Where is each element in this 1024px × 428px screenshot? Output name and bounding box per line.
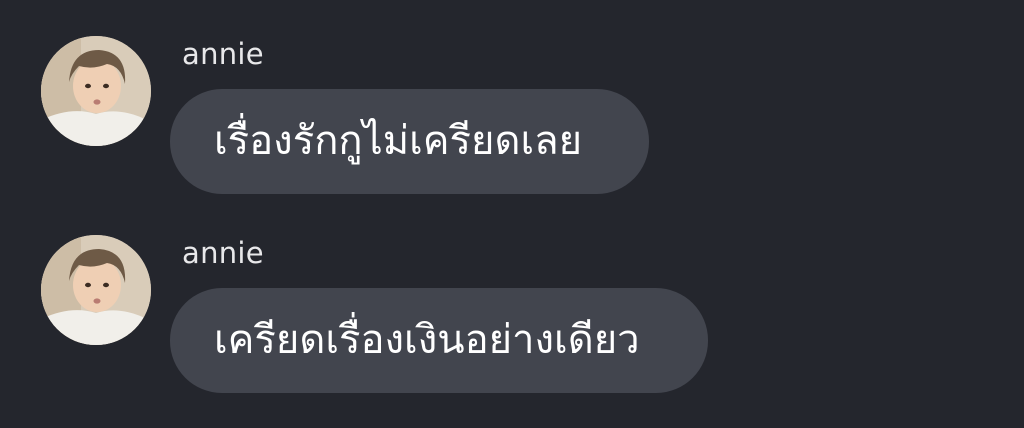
- avatar[interactable]: [41, 235, 151, 345]
- sender-name: annie: [182, 236, 264, 270]
- message-row: annie เรื่องรักกูไม่เครียดเลย: [0, 0, 1024, 200]
- message-row: annie เครียดเรื่องเงินอย่างเดียว: [0, 199, 1024, 399]
- user-photo-avatar-icon: [41, 36, 151, 146]
- user-photo-avatar-icon: [41, 235, 151, 345]
- message-bubble[interactable]: เรื่องรักกูไม่เครียดเลย: [170, 89, 649, 194]
- sender-name: annie: [182, 37, 264, 71]
- avatar[interactable]: [41, 36, 151, 146]
- message-bubble[interactable]: เครียดเรื่องเงินอย่างเดียว: [170, 288, 708, 393]
